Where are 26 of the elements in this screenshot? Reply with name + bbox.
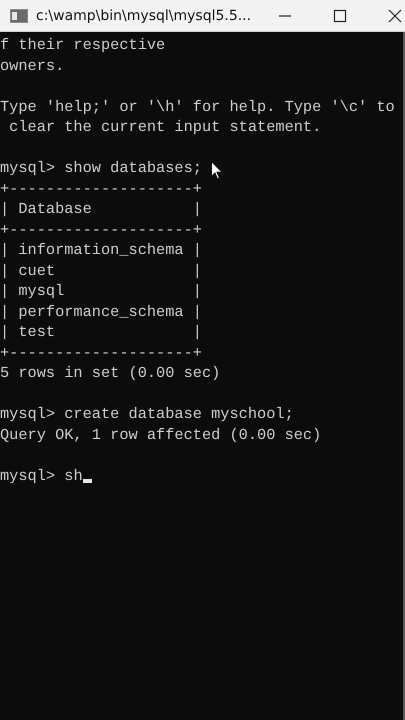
console-line: +--------------------+ — [0, 178, 202, 199]
window-title: c:\wamp\bin\mysql\mysql5.5... — [36, 8, 252, 24]
console-prompt: mysql> — [0, 466, 56, 486]
console-line: +--------------------+ — [0, 220, 202, 240]
console-line: | information_schema | — [0, 240, 202, 260]
console-line: clear the current input statement. — [8, 117, 322, 138]
console-icon — [10, 8, 28, 22]
console-line: | cuet | — [0, 260, 202, 281]
console-line: owners. — [0, 56, 64, 76]
command-input[interactable]: sh — [64, 466, 83, 486]
console-line: +--------------------+ — [0, 342, 202, 363]
minimize-icon — [279, 14, 292, 16]
console-line: mysql> create database myschool; — [0, 404, 294, 424]
mouse-pointer-icon — [211, 161, 223, 180]
console-line: | test | — [0, 322, 202, 342]
console-line: Query OK, 1 row affected (0.00 sec) — [0, 424, 322, 445]
console-line: | performance_schema | — [0, 302, 202, 322]
console-line: Type 'help;' or '\h' for help. Type '\c' to — [0, 96, 395, 117]
close-icon — [388, 8, 402, 22]
console-line: f their respective — [0, 35, 166, 56]
console-line: | mysql | — [0, 281, 202, 302]
maximize-icon — [333, 8, 348, 22]
console-line: | Database | — [0, 199, 202, 220]
console-line: mysql> show databases; — [0, 158, 202, 178]
console-line: 5 rows in set (0.00 sec) — [0, 363, 220, 384]
text-cursor — [82, 479, 92, 483]
